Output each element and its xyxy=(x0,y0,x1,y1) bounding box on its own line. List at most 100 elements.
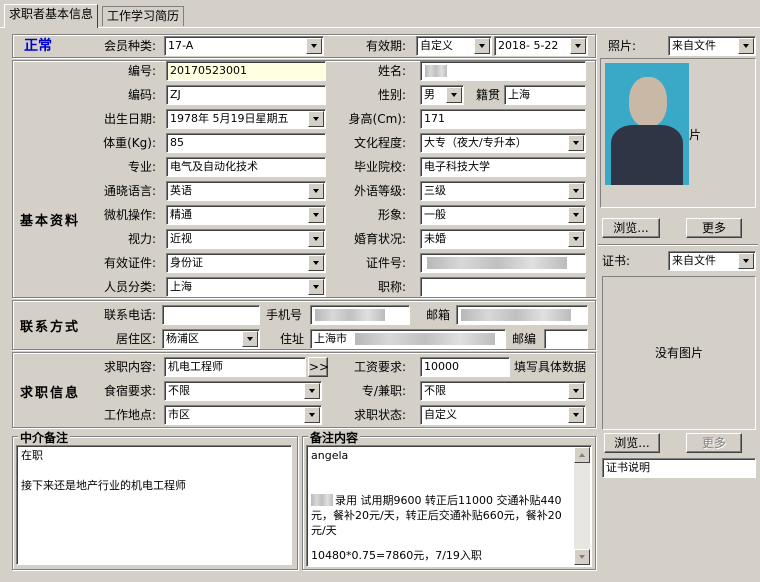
chevron-down-icon[interactable] xyxy=(568,183,584,199)
chevron-down-icon[interactable] xyxy=(308,255,324,271)
cert-description-field[interactable]: 证书说明 xyxy=(602,458,756,478)
member-type-select[interactable]: 17-A xyxy=(164,36,324,56)
zip-field[interactable] xyxy=(544,329,588,349)
education-label: 文化程度: xyxy=(353,136,406,150)
district-select[interactable]: 杨浦区 xyxy=(162,329,260,349)
photo-browse-button[interactable]: 浏览... xyxy=(602,218,660,238)
number-field[interactable]: 20170523001 xyxy=(166,61,326,81)
lodging-select[interactable]: 不限 xyxy=(164,381,322,401)
id-number-field[interactable] xyxy=(420,253,586,273)
photo-body-blur xyxy=(611,125,683,185)
scroll-up-icon[interactable] xyxy=(574,447,590,463)
photo-frame: 片 xyxy=(600,58,756,208)
chevron-down-icon[interactable] xyxy=(308,231,324,247)
phone-field[interactable] xyxy=(162,305,260,325)
chevron-down-icon[interactable] xyxy=(308,207,324,223)
chevron-down-icon[interactable] xyxy=(738,38,754,54)
agency-notes-textarea[interactable]: 在职 接下来还是地产行业的机电工程师 xyxy=(16,445,292,565)
salary-hint: 填写具体数据 xyxy=(514,360,587,374)
hometown-field[interactable]: 上海 xyxy=(504,85,586,105)
name-field[interactable] xyxy=(420,61,586,81)
major-field[interactable]: 电气及自动化技术 xyxy=(166,157,326,177)
weight-field[interactable]: 85 xyxy=(166,133,326,153)
address-field[interactable]: 上海市 xyxy=(310,329,506,349)
state-select[interactable]: 自定义 xyxy=(420,405,586,425)
notes-scrollbar[interactable] xyxy=(574,447,590,565)
scroll-down-icon[interactable] xyxy=(574,549,590,565)
chevron-down-icon[interactable] xyxy=(738,253,754,269)
photo-source-select[interactable]: 来自文件 xyxy=(668,36,756,56)
photo-image xyxy=(605,63,689,185)
code-field[interactable]: ZJ xyxy=(166,85,326,105)
email-field[interactable] xyxy=(456,305,588,325)
cert-frame: 没有图片 xyxy=(602,276,756,430)
height-label: 身高(Cm): xyxy=(348,112,406,126)
parttime-select[interactable]: 不限 xyxy=(420,381,586,401)
school-field[interactable]: 电子科技大学 xyxy=(420,157,586,177)
cert-source-select[interactable]: 来自文件 xyxy=(668,251,756,271)
id-type-select[interactable]: 身份证 xyxy=(166,253,326,273)
chevron-down-icon[interactable] xyxy=(568,407,584,423)
chevron-down-icon[interactable] xyxy=(308,279,324,295)
salary-field[interactable]: 10000 xyxy=(420,357,510,377)
name-label: 姓名: xyxy=(377,64,406,78)
marital-select[interactable]: 未婚 xyxy=(420,229,586,249)
tab-basic-info[interactable]: 求职者基本信息 xyxy=(4,4,99,28)
lang-level-label: 外语等级: xyxy=(353,184,406,198)
title-label: 职称: xyxy=(377,280,406,294)
photo-more-button[interactable]: 更多 xyxy=(686,218,742,238)
gender-select[interactable]: 男 xyxy=(420,85,464,105)
photo-label: 照片: xyxy=(608,39,637,53)
valid-period-select[interactable]: 自定义 xyxy=(416,36,492,56)
notes-line: 10480*0.75=7860元，7/19入职 xyxy=(311,549,482,562)
chevron-down-icon[interactable] xyxy=(474,38,490,54)
lang-level-select[interactable]: 三级 xyxy=(420,181,586,201)
chevron-down-icon[interactable] xyxy=(446,87,462,103)
height-field[interactable]: 171 xyxy=(420,109,586,129)
chevron-down-icon[interactable] xyxy=(306,38,322,54)
chevron-down-icon[interactable] xyxy=(242,331,258,347)
computer-select[interactable]: 精通 xyxy=(166,205,326,225)
redacted-email xyxy=(461,309,571,321)
chevron-down-icon[interactable] xyxy=(568,135,584,151)
notes-textarea[interactable]: angela 录用 试用期9600 转正后11000 交通补贴440元，餐补20… xyxy=(306,445,592,567)
address-label: 住址 xyxy=(280,332,305,346)
chevron-down-icon[interactable] xyxy=(568,207,584,223)
tab-work-history[interactable]: 工作学习简历 xyxy=(102,6,185,26)
chevron-down-icon[interactable] xyxy=(304,407,320,423)
chevron-down-icon[interactable] xyxy=(308,111,324,127)
language-select[interactable]: 英语 xyxy=(166,181,326,201)
education-select[interactable]: 大专（夜大/专升本） xyxy=(420,133,586,153)
gender-label: 性别: xyxy=(377,88,406,102)
photo-caption: 片 xyxy=(689,128,702,142)
mobile-field[interactable] xyxy=(310,305,410,325)
valid-date-picker[interactable]: 2018- 5-22 xyxy=(494,36,588,56)
vision-select[interactable]: 近视 xyxy=(166,229,326,249)
appearance-select[interactable]: 一般 xyxy=(420,205,586,225)
birth-date-picker[interactable]: 1978年 5月19日星期五 xyxy=(166,109,326,129)
chevron-down-icon[interactable] xyxy=(304,383,320,399)
agency-note-line: 在职 xyxy=(21,449,43,462)
contact-section-title: 联系方式 xyxy=(20,320,81,335)
cert-label: 证书: xyxy=(602,254,631,268)
photo-head-blur xyxy=(629,77,667,127)
chevron-down-icon[interactable] xyxy=(568,383,584,399)
number-label: 编号: xyxy=(127,64,156,78)
location-label: 工作地点: xyxy=(103,408,156,422)
redacted-person xyxy=(311,494,333,506)
hometown-label: 籍贯 xyxy=(476,88,501,102)
chevron-down-icon[interactable] xyxy=(570,38,586,54)
weight-label: 体重(Kg): xyxy=(103,136,156,150)
position-more-button[interactable]: >> xyxy=(308,357,329,377)
title-field[interactable] xyxy=(420,277,586,297)
computer-label: 微机操作: xyxy=(103,208,156,222)
appearance-label: 形象: xyxy=(377,208,406,222)
lodging-label: 食宿要求: xyxy=(103,384,156,398)
cert-browse-button[interactable]: 浏览... xyxy=(604,433,660,453)
language-label: 通晓语言: xyxy=(103,184,156,198)
chevron-down-icon[interactable] xyxy=(308,183,324,199)
staff-type-select[interactable]: 上海 xyxy=(166,277,326,297)
chevron-down-icon[interactable] xyxy=(568,231,584,247)
position-field[interactable]: 机电工程师 xyxy=(164,357,306,377)
location-select[interactable]: 市区 xyxy=(164,405,322,425)
